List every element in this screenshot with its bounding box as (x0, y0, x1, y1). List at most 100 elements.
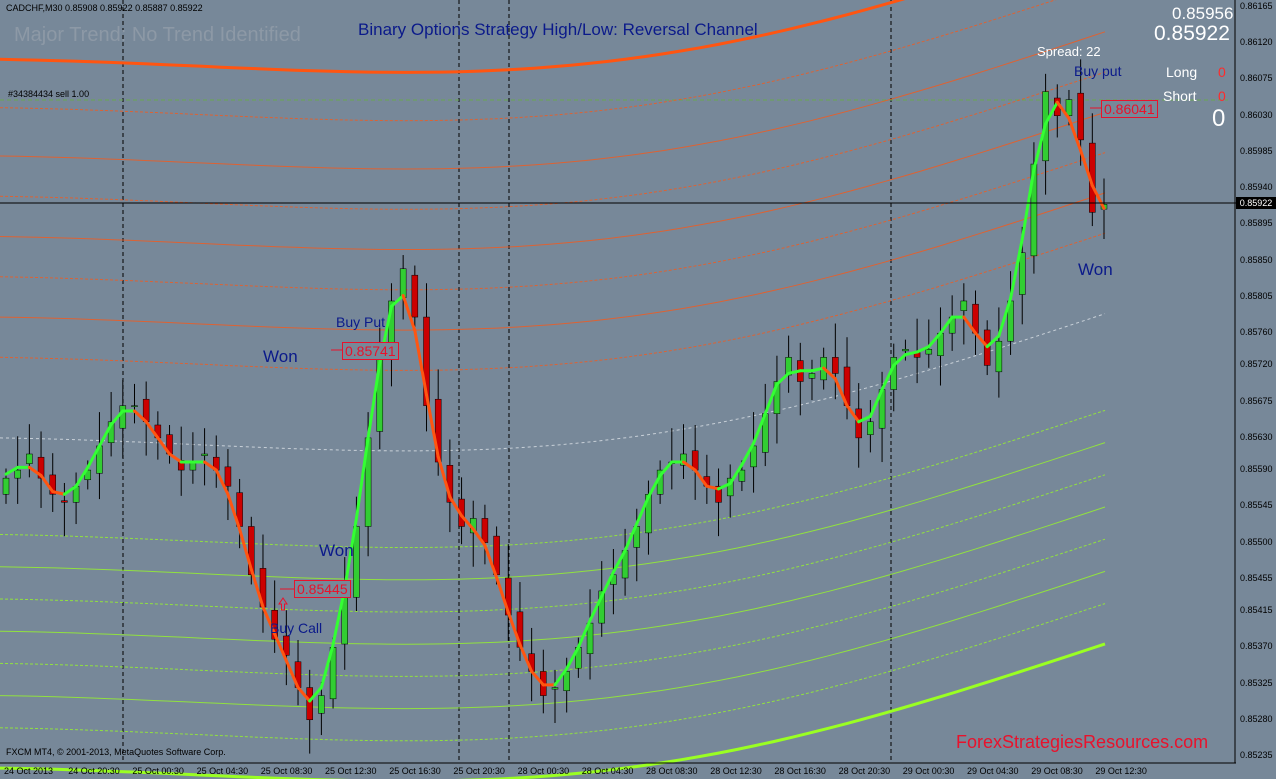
bull-candle (14, 469, 21, 479)
time-tick-label: 28 Oct 20:30 (838, 766, 891, 776)
bear-candle (61, 500, 68, 503)
upper-band-line (0, 152, 1106, 291)
price-tick-label: 0.85500 (1240, 536, 1273, 547)
lower-band-line (0, 506, 1106, 645)
bull-candle (995, 340, 1003, 373)
bull-candle (808, 373, 816, 379)
buy-put-label-1: Buy Put (336, 314, 386, 330)
bid-price-large: 0.85922 (1154, 22, 1230, 45)
bear-candle (481, 518, 489, 543)
price-tick-label: 0.86030 (1240, 109, 1273, 120)
price-tick-label: 0.85630 (1240, 431, 1273, 442)
price-tick-label: 0.85940 (1240, 182, 1273, 193)
price-tick-label: 0.85895 (1240, 218, 1273, 229)
current-price-label: 0.85922 (1236, 197, 1276, 209)
lower-band-line (0, 409, 1106, 548)
price-tick-label: 0.86075 (1240, 73, 1273, 84)
time-tick-label: 25 Oct 08:30 (260, 766, 313, 776)
bear-candle (306, 687, 313, 721)
price-tick-label: 0.85325 (1240, 677, 1273, 688)
time-tick-label: 28 Oct 12:30 (710, 766, 762, 776)
price-tick-label: 0.85455 (1240, 572, 1273, 583)
bull-candle (1018, 252, 1026, 295)
price-tick-label: 0.85805 (1240, 290, 1273, 301)
bull-candle (563, 671, 570, 692)
time-tick-label: 29 Oct 00:30 (902, 766, 955, 776)
time-tick-label: 29 Oct 08:30 (1031, 766, 1083, 776)
buy-put-label-2: Buy put (1074, 63, 1122, 79)
major-trend-label: Major Trend: No Trend Identified (14, 24, 301, 46)
lower-reversal-bands (0, 409, 1106, 779)
won-label-2: Won (319, 541, 354, 560)
time-tick-label: 28 Oct 04:30 (581, 766, 634, 776)
upper-band-line (0, 71, 1106, 210)
chart-title: Binary Options Strategy High/Low: Revers… (358, 20, 758, 39)
bull-candle (2, 477, 10, 495)
time-tick-label: 25 Oct 00:30 (132, 766, 184, 776)
won-label-1: Won (263, 347, 298, 366)
price-box-2: 0.85445 (294, 580, 351, 598)
bull-candle (867, 421, 874, 435)
bear-candle (855, 408, 862, 439)
trend-segment-up (775, 371, 791, 386)
bull-candle (201, 453, 208, 456)
bull-candle (318, 695, 325, 714)
short-label: Short (1163, 88, 1197, 104)
bear-candle (1077, 92, 1084, 141)
price-tick-label: 0.85850 (1240, 254, 1273, 265)
total-value: 0 (1212, 105, 1226, 132)
bull-candle (551, 687, 559, 690)
upper-band-line (0, 0, 1057, 122)
bull-candle (26, 453, 33, 464)
upper-band-line (0, 111, 1106, 250)
trend-segment-up (658, 460, 674, 477)
watermark-text: ForexStrategiesResources.com (956, 732, 1209, 752)
bull-candle (131, 405, 138, 407)
time-tick-label: 25 Oct 20:30 (453, 766, 505, 776)
price-box-3: 0.86041 (1101, 100, 1158, 118)
price-box-1: 0.85741 (342, 342, 399, 360)
time-tick-label: 28 Oct 00:30 (517, 766, 570, 776)
time-tick-label: 24 Oct 2013 (4, 766, 54, 776)
time-tick-label: 29 Oct 04:30 (967, 766, 1019, 776)
price-tick-label: 0.85415 (1240, 605, 1273, 616)
bear-candle (411, 274, 419, 318)
copyright-text: FXCM MT4, © 2001-2013, MetaQuotes Softwa… (6, 747, 226, 757)
price-chart[interactable] (0, 0, 1276, 779)
upper-band-line (0, 192, 1106, 331)
bull-candle (925, 349, 933, 355)
upper-reversal-bands (0, 0, 1106, 371)
trend-segment-down (168, 452, 183, 464)
buy-call-arrow-icon (278, 597, 288, 611)
bull-candle (902, 349, 909, 352)
won-label-3: Won (1078, 260, 1113, 279)
time-tick-label: 29 Oct 12:30 (1095, 766, 1147, 776)
price-tick-label: 0.85280 (1240, 713, 1273, 724)
bull-candle (738, 469, 746, 482)
bear-candle (832, 357, 839, 374)
bull-candle (960, 300, 968, 311)
bear-candle (224, 466, 232, 487)
time-tick-label: 28 Oct 16:30 (774, 766, 826, 776)
time-tick-label: 25 Oct 16:30 (389, 766, 441, 776)
time-tick-label: 25 Oct 12:30 (325, 766, 377, 776)
price-tick-label: 0.86120 (1240, 37, 1273, 48)
price-tick-label: 0.85985 (1240, 145, 1273, 156)
spread-label: Spread: 22 (1037, 44, 1101, 59)
long-value: 0 (1218, 64, 1226, 80)
bid-price-small: 0.85956 (1172, 4, 1234, 23)
order-line-label: #34384434 sell 1.00 (8, 89, 90, 99)
time-tick-label: 24 Oct 20:30 (68, 766, 120, 776)
price-tick-label: 0.85590 (1240, 464, 1273, 475)
buy-call-label: Buy Call (270, 620, 323, 636)
lower-band-line (0, 442, 1106, 581)
bull-candle (399, 268, 407, 298)
price-tick-label: 0.85720 (1240, 359, 1273, 370)
trend-indicator-line (4, 100, 1106, 703)
price-tick-label: 0.85370 (1240, 641, 1273, 652)
price-tick-label: 0.85675 (1240, 395, 1273, 406)
price-tick-label: 0.85545 (1240, 500, 1273, 511)
short-value: 0 (1218, 88, 1226, 104)
price-tick-label: 0.86165 (1240, 1, 1273, 11)
bull-candle (119, 405, 127, 429)
